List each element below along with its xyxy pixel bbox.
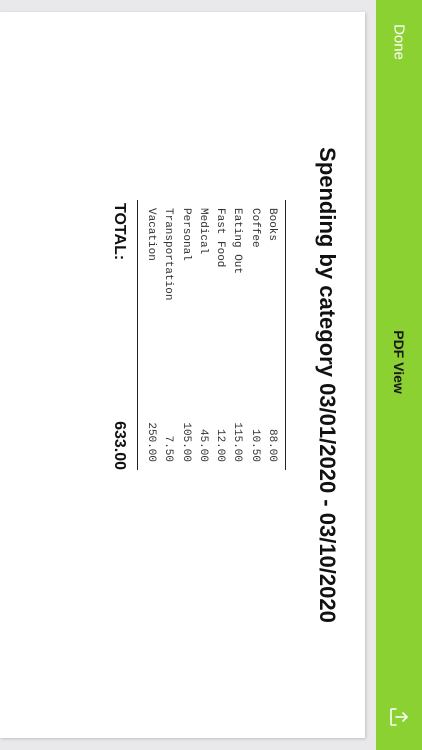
total-value: 633.00 [111,421,128,470]
category-table: Books 88.00 Coffee 10.50 Eating Out 115.… [140,200,278,470]
category-name: Books [266,208,278,242]
table-row: Fast Food 12.00 [209,200,226,470]
category-name: Eating Out [231,208,244,275]
category-name: Coffee [248,208,261,248]
table-bottom-divider [137,200,138,470]
category-amount: 115.00 [231,422,244,462]
spending-report: Spending by category 03/01/2020 - 03/10/… [30,105,340,665]
category-amount: 88.00 [266,428,278,462]
table-row: Coffee 10.50 [243,200,261,470]
table-row: Personal 105.00 [174,200,192,470]
total-label: TOTAL: [111,203,128,261]
done-button[interactable]: Done [391,24,408,60]
pdf-viewer-screen: Spending by category 03/01/2020 - 03/10/… [0,0,422,750]
report-title: Spending by category 03/01/2020 - 03/10/… [315,147,340,623]
pdf-page[interactable]: Spending by category 03/01/2020 - 03/10/… [0,12,365,738]
page-title: PDF View [391,330,407,394]
table-row: Books 88.00 [261,200,278,470]
category-name: Medical [196,208,209,255]
table-row: Transportation 7.50 [157,200,174,470]
category-name: Vacation [144,208,157,261]
category-name: Transportation [162,208,175,301]
category-amount: 105.00 [179,422,192,462]
category-amount: 10.50 [248,428,261,462]
share-icon [390,708,408,726]
category-amount: 250.00 [144,422,157,462]
category-amount: 45.00 [196,428,209,462]
category-amount: 12.00 [214,428,227,462]
table-row: Eating Out 115.00 [226,200,243,470]
category-amount: 7.50 [162,435,175,462]
table-top-divider [285,200,286,470]
table-row: Vacation 250.00 [140,200,157,470]
share-button[interactable] [387,705,411,729]
category-name: Personal [179,208,192,261]
table-row: Medical 45.00 [192,200,209,470]
category-name: Fast Food [214,208,227,268]
